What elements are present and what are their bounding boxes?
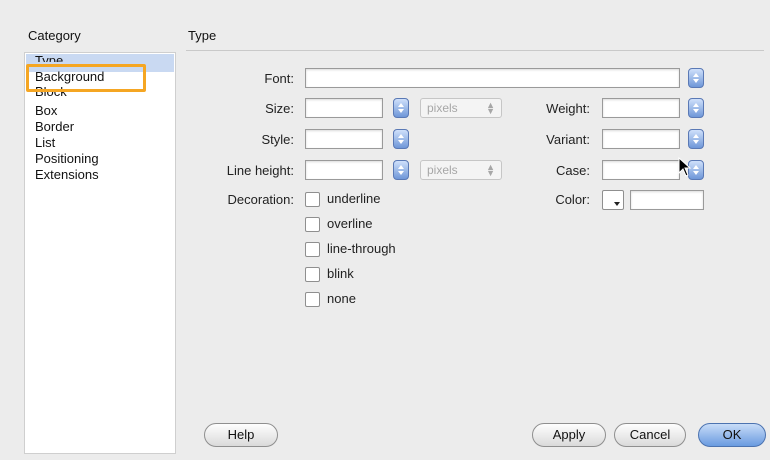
style-label: Style: — [261, 132, 294, 147]
size-label: Size: — [265, 101, 294, 116]
variant-label: Variant: — [546, 132, 590, 147]
category-item-border[interactable]: Border — [35, 120, 74, 134]
variant-dropdown-button[interactable] — [688, 129, 704, 149]
color-field[interactable] — [630, 190, 704, 210]
help-button[interactable]: Help — [204, 423, 278, 447]
dropdown-arrow-icon — [614, 202, 620, 206]
size-field[interactable] — [305, 98, 383, 118]
case-label: Case: — [556, 163, 590, 178]
none-label: none — [327, 291, 356, 306]
blink-checkbox[interactable] — [305, 267, 320, 282]
updown-arrows-icon — [693, 165, 699, 175]
line-through-checkbox[interactable] — [305, 242, 320, 257]
overline-checkbox[interactable] — [305, 217, 320, 232]
line-height-unit-select[interactable]: pixels ▲ ▼ — [420, 160, 502, 180]
blink-label: blink — [327, 266, 354, 281]
case-field[interactable] — [602, 160, 680, 180]
category-header: Category — [28, 28, 81, 43]
line-height-label: Line height: — [226, 163, 294, 178]
apply-button[interactable]: Apply — [532, 423, 606, 447]
category-list[interactable]: Type Background Block Box Border List Po… — [24, 52, 176, 454]
underline-label: underline — [327, 191, 381, 206]
updown-arrows-icon — [693, 73, 699, 83]
decoration-label: Decoration: — [227, 192, 294, 207]
size-dropdown-button[interactable] — [393, 98, 409, 118]
updown-arrows-icon — [398, 103, 404, 113]
category-item-type[interactable]: Type — [35, 54, 63, 62]
line-height-dropdown-button[interactable] — [393, 160, 409, 180]
line-through-label: line-through — [327, 241, 396, 256]
color-label: Color: — [555, 192, 590, 207]
size-unit-value: pixels — [427, 101, 458, 115]
none-checkbox[interactable] — [305, 292, 320, 307]
category-item-positioning[interactable]: Positioning — [35, 152, 99, 166]
updown-arrows-icon — [693, 134, 699, 144]
weight-dropdown-button[interactable] — [688, 98, 704, 118]
updown-arrows-icon: ▲ ▼ — [486, 100, 495, 116]
category-item-extensions[interactable]: Extensions — [35, 168, 99, 182]
weight-field[interactable] — [602, 98, 680, 118]
cancel-button[interactable]: Cancel — [614, 423, 686, 447]
type-panel-header: Type — [188, 28, 217, 43]
size-unit-select[interactable]: pixels ▲ ▼ — [420, 98, 502, 118]
font-dropdown-button[interactable] — [688, 68, 704, 88]
overline-label: overline — [327, 216, 373, 231]
mouse-pointer-icon — [678, 157, 692, 177]
variant-field[interactable] — [602, 129, 680, 149]
header-divider — [186, 50, 764, 51]
font-label: Font: — [264, 71, 294, 86]
ok-button[interactable]: OK — [698, 423, 766, 447]
style-dropdown-button[interactable] — [393, 129, 409, 149]
updown-arrows-icon — [693, 103, 699, 113]
style-field[interactable] — [305, 129, 383, 149]
updown-arrows-icon — [398, 134, 404, 144]
font-field[interactable] — [305, 68, 680, 88]
color-swatch-button[interactable] — [602, 190, 624, 210]
background-highlight-box — [26, 64, 146, 92]
category-item-list[interactable]: List — [35, 136, 55, 150]
weight-label: Weight: — [546, 101, 590, 116]
updown-arrows-icon: ▲ ▼ — [486, 162, 495, 178]
line-height-unit-value: pixels — [427, 163, 458, 177]
underline-checkbox[interactable] — [305, 192, 320, 207]
line-height-field[interactable] — [305, 160, 383, 180]
category-item-box[interactable]: Box — [35, 104, 57, 118]
updown-arrows-icon — [398, 165, 404, 175]
